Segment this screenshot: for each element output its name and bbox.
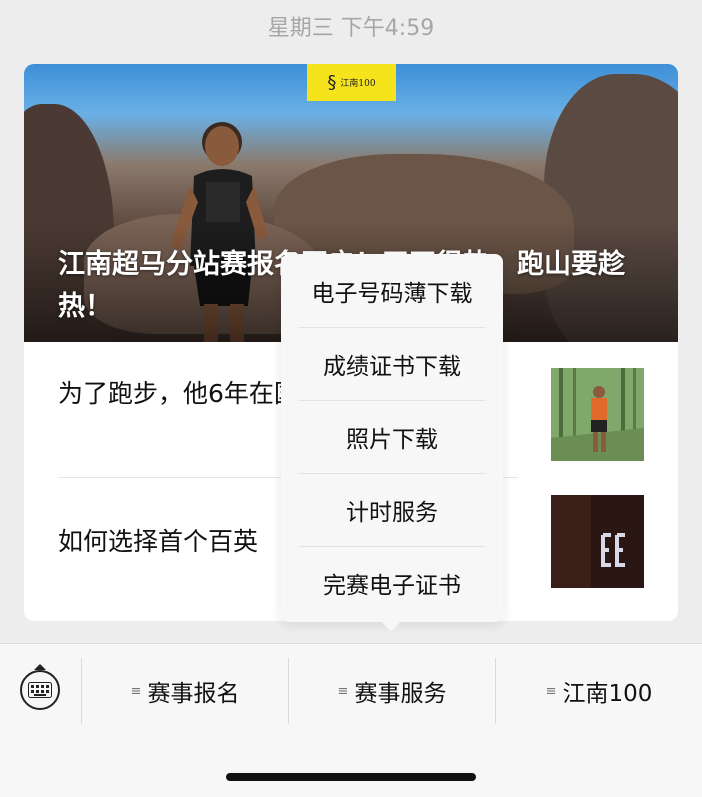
menu-list-icon: ≡ [337,683,349,699]
keyboard-icon [28,682,52,698]
menu-jiangnan-100[interactable]: ≡ 江南100 [496,668,702,714]
submenu-item-certificate-download[interactable]: 成绩证书下载 [281,327,503,400]
submenu-pointer [380,620,402,632]
race-logo-text: 江南100 [340,79,376,89]
dragon-icon: § [327,72,337,93]
article-thumbnail [551,368,644,461]
menu-list-icon: ≡ [545,683,557,699]
submenu-item-photo-download[interactable]: 照片下载 [281,400,503,473]
home-indicator[interactable] [226,773,476,781]
message-timestamp: 星期三 下午4:59 [267,16,435,41]
submenu-item-bib-download[interactable]: 电子号码薄下载 [281,254,503,327]
submenu-item-finisher-certificate[interactable]: 完赛电子证书 [281,546,503,619]
article-thumbnail [551,495,644,588]
menu-label: 赛事服务 [354,681,447,707]
keyboard-toggle-button[interactable] [20,670,60,710]
service-submenu: 电子号码薄下载 成绩证书下载 照片下载 计时服务 完赛电子证书 [281,254,503,622]
race-logo: § 江南100 [307,64,396,101]
menu-list-icon: ≡ [130,683,142,699]
menu-race-services[interactable]: ≡ 赛事服务 [289,668,495,714]
submenu-item-timing-service[interactable]: 计时服务 [281,473,503,546]
menu-label: 江南100 [562,681,653,707]
menu-race-registration[interactable]: ≡ 赛事报名 [82,668,288,714]
menu-label: 赛事报名 [147,681,240,707]
